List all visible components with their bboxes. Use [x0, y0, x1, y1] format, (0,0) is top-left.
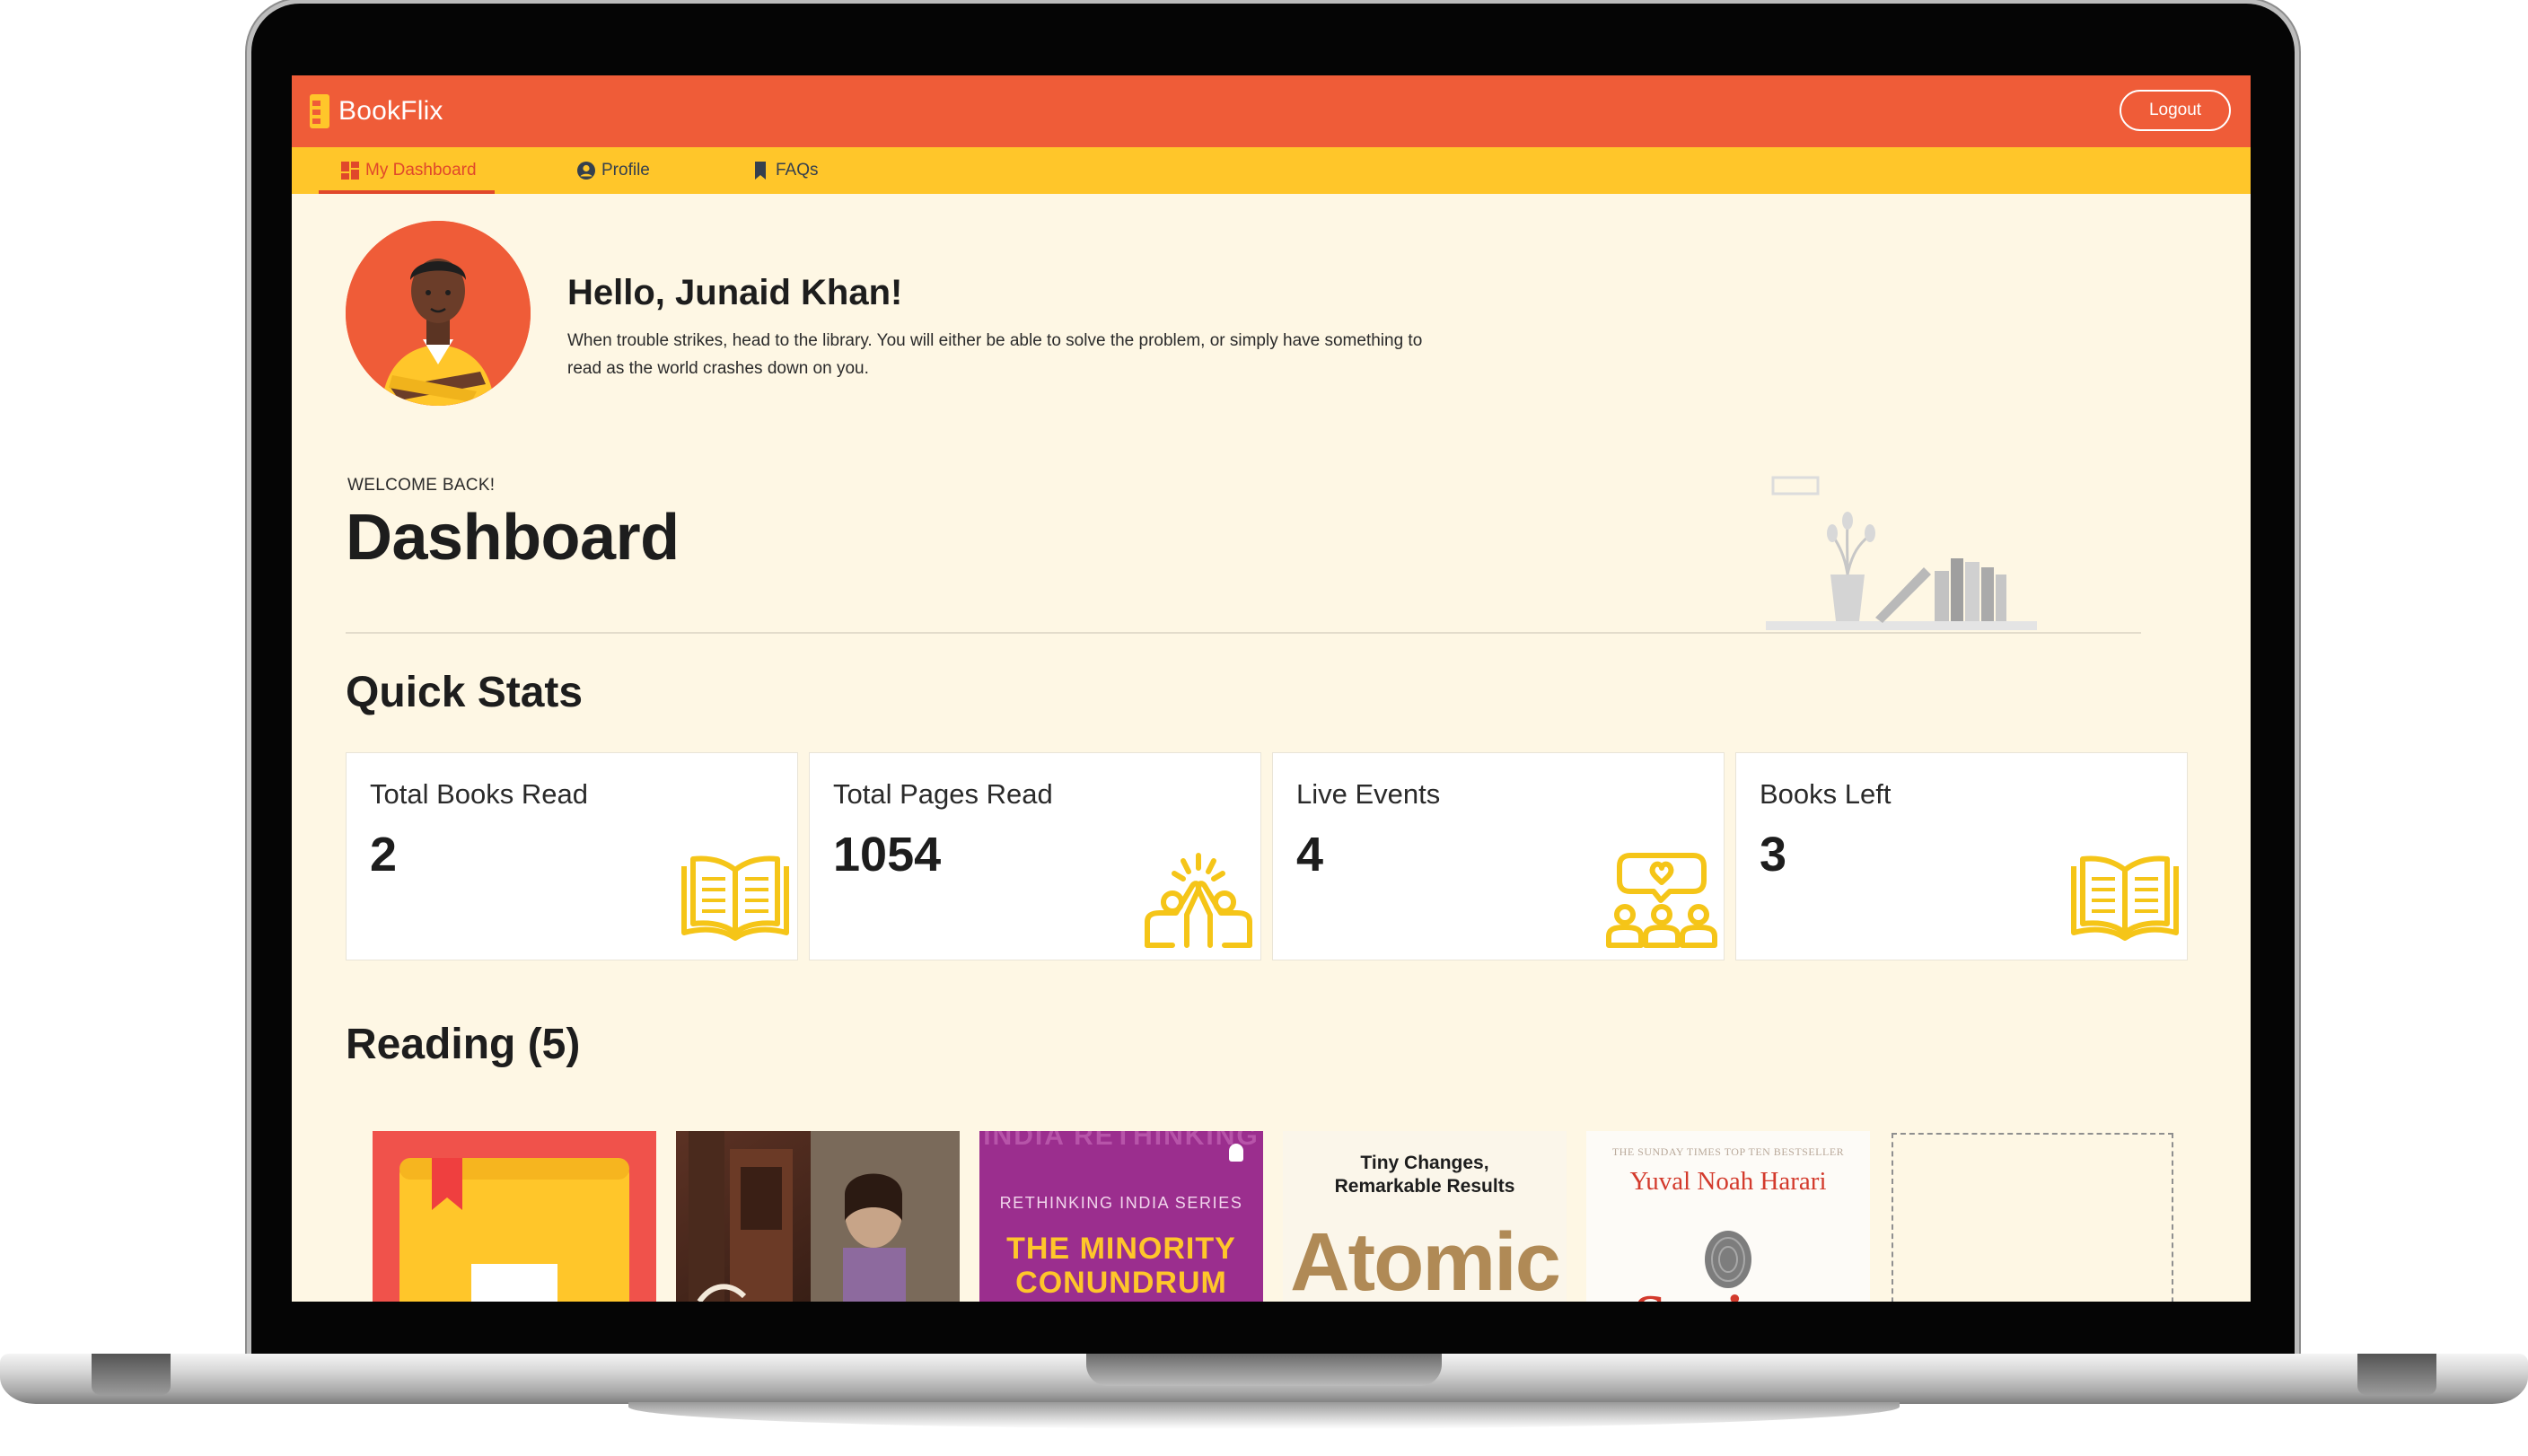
book-title: Sapiens — [1586, 1282, 1870, 1302]
stat-card-total-books-read: Total Books Read 2 — [346, 752, 798, 960]
tab-label: FAQs — [776, 161, 819, 180]
book-cover-1[interactable] — [373, 1131, 656, 1302]
brand[interactable]: BookFlix — [310, 92, 443, 131]
book-title-line: THE MINORITY — [1006, 1232, 1236, 1266]
bookmark-icon — [755, 162, 766, 180]
add-book-placeholder[interactable] — [1892, 1133, 2173, 1302]
stat-card-live-events: Live Events 4 — [1272, 752, 1725, 960]
stat-value: 3 — [1760, 828, 1787, 881]
tab-label: Profile — [601, 161, 650, 180]
dashboard-icon — [341, 162, 359, 180]
book-cover-4[interactable]: Tiny Changes, Remarkable Results Atomic — [1283, 1131, 1567, 1302]
book-cover-background-text: INDIA RETHINKING — [979, 1131, 1263, 1151]
book-placeholder-icon — [399, 1158, 629, 1302]
avatar — [346, 221, 531, 406]
book-tagline: Tiny Changes, — [1360, 1153, 1489, 1173]
page-title: Dashboard — [346, 502, 680, 574]
quote-line: read as the world crashes down on you. — [567, 359, 869, 378]
tab-faqs[interactable]: FAQs — [750, 147, 819, 194]
group-chat-icon — [1606, 853, 1717, 948]
publisher-logo-icon — [1229, 1144, 1243, 1162]
stat-value: 1054 — [833, 828, 942, 881]
stat-label: Live Events — [1296, 778, 1441, 810]
stat-card-books-left: Books Left 3 — [1735, 752, 2188, 960]
welcome-eyebrow: WELCOME BACK! — [347, 476, 496, 495]
tab-profile[interactable]: Profile — [576, 147, 650, 194]
tab-label: My Dashboard — [365, 161, 477, 180]
stat-value: 4 — [1296, 828, 1324, 881]
high-five-icon — [1145, 853, 1252, 948]
book-title-line: CONUNDRUM — [1015, 1266, 1227, 1300]
book-series: RETHINKING INDIA SERIES — [999, 1194, 1243, 1212]
section-divider — [346, 632, 2141, 634]
app-screen: BookFlix Logout My Dashboard Profile FAQ… — [292, 75, 2251, 1302]
book-cover-5[interactable]: THE SUNDAY TIMES TOP TEN BESTSELLER Yuva… — [1586, 1131, 1870, 1302]
greeting-quote: When trouble strikes, head to the librar… — [567, 327, 1474, 382]
open-book-icon — [681, 855, 789, 941]
book-banner: THE SUNDAY TIMES TOP TEN BESTSELLER — [1611, 1145, 1845, 1158]
book-cover-3[interactable]: INDIA RETHINKING RETHINKING INDIA SERIES… — [979, 1131, 1263, 1302]
top-bar: BookFlix Logout — [292, 75, 2251, 147]
quick-stats-title: Quick Stats — [346, 669, 584, 716]
book-author: Yuval Noah Harari — [1629, 1167, 1827, 1196]
brand-name: BookFlix — [338, 96, 443, 126]
open-book-icon — [2071, 855, 2179, 941]
tab-my-dashboard[interactable]: My Dashboard — [319, 147, 495, 194]
book-title: Atomic — [1290, 1216, 1561, 1302]
laptop-foot-left — [92, 1354, 171, 1395]
avatar-illustration — [346, 221, 531, 406]
stat-card-total-pages-read: Total Pages Read 1054 — [809, 752, 1261, 960]
book-tagline: Remarkable Results — [1334, 1176, 1515, 1197]
stat-value: 2 — [370, 828, 398, 881]
user-circle-icon — [577, 162, 595, 180]
laptop-notch — [1086, 1354, 1442, 1386]
sub-nav: My Dashboard Profile FAQs — [292, 147, 2251, 194]
laptop-base-lip — [628, 1402, 1900, 1429]
cover-bg-text: INDIA RETHINKING — [983, 1131, 1260, 1151]
greeting-heading: Hello, Junaid Khan! — [567, 273, 903, 312]
bookshelf-illustration — [1766, 476, 2037, 630]
stat-label: Total Books Read — [370, 778, 588, 810]
stat-label: Total Pages Read — [833, 778, 1053, 810]
logout-button[interactable]: Logout — [2120, 90, 2231, 131]
reading-title: Reading (5) — [346, 1021, 581, 1068]
book-cover-2[interactable] — [676, 1131, 960, 1302]
laptop-foot-right — [2357, 1354, 2436, 1395]
book-cover-art — [676, 1131, 960, 1302]
bookflix-logo-icon — [310, 94, 329, 128]
quote-line: When trouble strikes, head to the librar… — [567, 331, 1423, 350]
stat-label: Books Left — [1760, 778, 1892, 810]
